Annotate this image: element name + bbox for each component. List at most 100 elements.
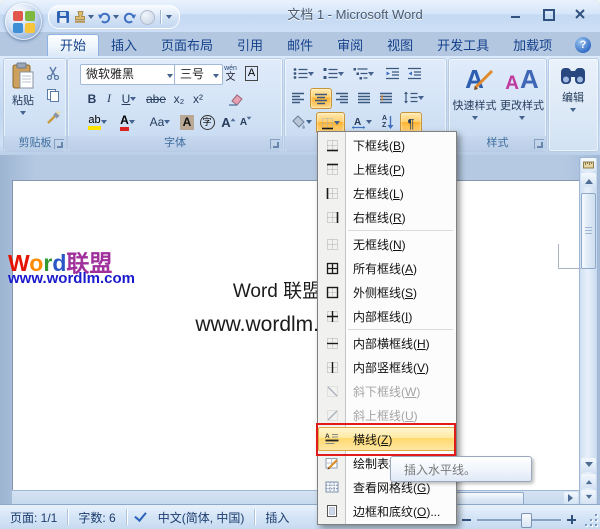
line-spacing-button[interactable] (400, 88, 426, 107)
clipboard-dialog-launcher[interactable] (54, 139, 64, 149)
bold-button[interactable]: B (84, 89, 100, 108)
cut-button[interactable] (42, 63, 64, 83)
arrow-up-icon (585, 175, 593, 184)
justify-button[interactable] (354, 88, 374, 107)
menu-item-borders-and-shading[interactable]: 边框和底纹(O)... (318, 499, 456, 523)
insert-mode-indicator[interactable]: 插入 (255, 509, 299, 526)
subscript-button[interactable]: x₂ (170, 89, 188, 108)
shading-button[interactable] (288, 112, 314, 132)
zoom-slider-thumb[interactable] (521, 513, 532, 528)
zoom-slider[interactable] (477, 519, 561, 521)
paste-button[interactable]: 粘贴 (8, 62, 38, 118)
previous-page-button[interactable] (581, 474, 596, 488)
sort-button[interactable]: AZ (378, 112, 398, 132)
next-page-button[interactable] (581, 490, 596, 504)
chevron-down-icon (167, 74, 173, 81)
help-button[interactable]: ? (575, 37, 591, 53)
phonetic-guide-button[interactable]: wén 文 (221, 63, 240, 84)
tab-insert[interactable]: 插入 (99, 35, 149, 56)
grow-font-button[interactable]: A (220, 112, 238, 132)
menu-item-border-top[interactable]: 上框线(P) (318, 157, 456, 181)
menu-item-border-inside-horizontal[interactable]: 内部横框线(H) (318, 331, 456, 355)
increase-indent-button[interactable] (404, 64, 424, 83)
clear-formatting-button[interactable] (224, 89, 246, 108)
language-indicator[interactable]: 中文(简体, 中国) (148, 509, 255, 526)
format-painter-button[interactable] (42, 107, 64, 127)
tab-mailings[interactable]: 邮件 (275, 35, 325, 56)
tab-developer[interactable]: 开发工具 (425, 35, 501, 56)
editing-button[interactable]: 编辑 (552, 65, 594, 115)
vertical-scrollbar[interactable] (579, 157, 598, 505)
close-button[interactable] (572, 7, 588, 20)
page-indicator[interactable]: 页面: 1/1 (0, 509, 67, 526)
border-bottom-icon (321, 117, 334, 130)
menu-item-horizontal-line[interactable]: A 横线(Z) (318, 427, 456, 451)
menu-item-border-none[interactable]: 无框线(N) (318, 232, 456, 256)
titlebar: 文档 1 - Microsoft Word (0, 0, 600, 32)
multilevel-list-button[interactable] (350, 64, 376, 83)
tab-view[interactable]: 视图 (375, 35, 425, 56)
scroll-right-button[interactable] (564, 492, 578, 504)
change-styles-button[interactable]: A A 更改样式 (500, 63, 544, 123)
ruler-toggle-button[interactable] (581, 158, 596, 171)
word-count[interactable]: 字数: 6 (68, 509, 125, 526)
zoom-controls (462, 515, 576, 524)
menu-item-border-bottom[interactable]: 下框线(B) (318, 133, 456, 157)
chevron-down-icon (308, 72, 314, 79)
asian-layout-button[interactable]: A (348, 112, 374, 132)
border-inside-icon (318, 310, 346, 323)
spellcheck-icon[interactable] (134, 509, 146, 522)
menu-item-border-outside[interactable]: 外侧框线(S) (318, 280, 456, 304)
styles-dialog-launcher[interactable] (534, 139, 544, 149)
quick-styles-button[interactable]: A 快速样式 (451, 63, 498, 123)
enclose-characters-button[interactable]: 字 (198, 112, 216, 132)
minimize-button[interactable] (508, 7, 524, 20)
undo-button[interactable] (97, 11, 119, 24)
menu-item-border-inside[interactable]: 内部框线(I) (318, 304, 456, 328)
border-inside-vertical-icon (318, 361, 346, 374)
text-highlight-button[interactable]: ab (84, 112, 111, 132)
font-dialog-launcher[interactable] (270, 139, 280, 149)
align-right-button[interactable] (332, 88, 352, 107)
bullets-button[interactable] (290, 64, 316, 83)
paste-icon (11, 62, 35, 90)
decrease-indent-button[interactable] (382, 64, 402, 83)
tab-review[interactable]: 审阅 (325, 35, 375, 56)
save-button[interactable] (56, 10, 70, 24)
resize-grip[interactable] (583, 512, 597, 526)
zoom-in-button[interactable] (567, 515, 576, 524)
tab-references[interactable]: 引用 (225, 35, 275, 56)
tab-page-layout[interactable]: 页面布局 (149, 35, 225, 56)
scroll-up-button[interactable] (581, 173, 596, 187)
tab-addins[interactable]: 加载项 (501, 35, 564, 56)
vertical-scroll-thumb[interactable] (581, 193, 596, 269)
maximize-button[interactable] (540, 7, 556, 20)
distributed-button[interactable] (376, 88, 396, 107)
qat-more-icon[interactable] (166, 15, 172, 22)
character-border-button[interactable]: A (242, 63, 261, 84)
font-color-button[interactable]: A (114, 112, 141, 132)
strikethrough-button[interactable]: abe (144, 89, 168, 108)
menu-item-border-left[interactable]: 左框线(L) (318, 181, 456, 205)
numbering-button[interactable] (320, 64, 346, 83)
change-case-button[interactable]: Aa (146, 112, 174, 132)
align-left-button[interactable] (288, 88, 308, 107)
menu-item-border-all[interactable]: 所有框线(A) (318, 256, 456, 280)
tab-home[interactable]: 开始 (47, 34, 99, 56)
underline-button[interactable]: U (118, 89, 140, 108)
redo-button[interactable] (122, 11, 137, 24)
menu-item-border-right[interactable]: 右框线(R) (318, 205, 456, 229)
office-button[interactable] (5, 3, 42, 40)
italic-button[interactable]: I (102, 89, 116, 108)
font-name-combo[interactable]: 微软雅黑 (80, 64, 177, 85)
character-shading-button[interactable]: A (178, 112, 196, 132)
zoom-out-button[interactable] (462, 519, 471, 521)
copy-button[interactable] (42, 85, 64, 105)
superscript-button[interactable]: x² (189, 89, 207, 108)
font-size-combo[interactable]: 三号 (174, 64, 223, 85)
shrink-font-button[interactable]: A (238, 112, 255, 132)
scroll-down-button[interactable] (581, 458, 596, 472)
stamp-button[interactable] (73, 10, 94, 24)
align-center-button[interactable] (310, 88, 332, 109)
menu-item-border-inside-vertical[interactable]: 内部竖框线(V) (318, 355, 456, 379)
